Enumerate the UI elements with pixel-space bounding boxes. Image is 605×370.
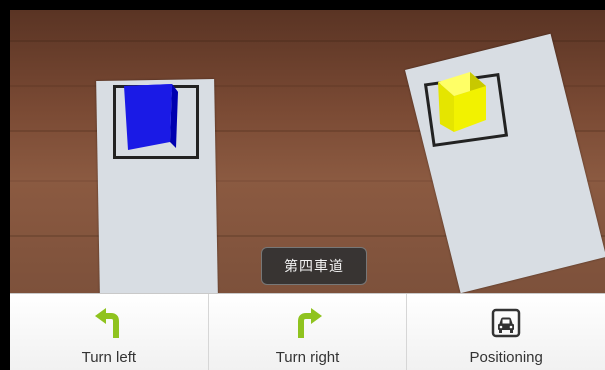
positioning-label: Positioning xyxy=(469,349,543,366)
yellow-cube xyxy=(438,72,486,132)
turn-right-label: Turn right xyxy=(275,349,340,366)
blue-cube xyxy=(124,84,178,150)
turn-left-label: Turn left xyxy=(81,349,137,366)
bottom-action-bar: Turn left Turn right Positioning xyxy=(10,293,605,370)
turn-right-arrow-icon xyxy=(292,307,324,339)
positioning-button[interactable]: Positioning xyxy=(407,294,605,370)
car-icon xyxy=(490,307,522,339)
turn-right-button[interactable]: Turn right xyxy=(209,294,408,370)
turn-left-arrow-icon xyxy=(93,307,125,339)
toast-message: 第四車道 xyxy=(261,247,367,285)
turn-left-button[interactable]: Turn left xyxy=(10,294,209,370)
